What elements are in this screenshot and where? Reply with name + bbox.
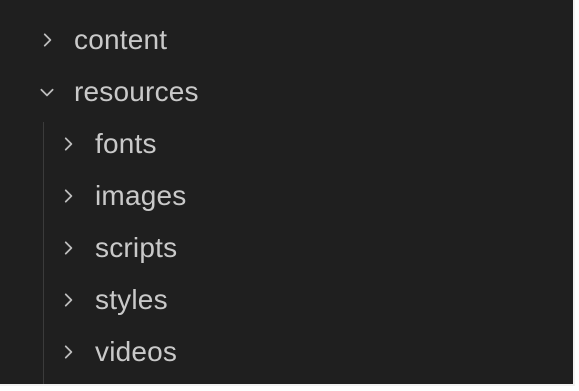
folder-fonts[interactable]: fonts xyxy=(0,118,573,170)
folder-videos[interactable]: videos xyxy=(0,326,573,378)
chevron-right-icon xyxy=(57,133,79,155)
folder-label: videos xyxy=(95,336,178,367)
folder-tree: content resources fonts images scripts s… xyxy=(0,14,573,378)
folder-label: resources xyxy=(74,76,199,107)
folder-styles[interactable]: styles xyxy=(0,274,573,326)
chevron-right-icon xyxy=(57,341,79,363)
chevron-right-icon xyxy=(57,185,79,207)
chevron-down-icon xyxy=(36,81,58,103)
file-explorer-panel: content resources fonts images scripts s… xyxy=(0,0,575,386)
folder-scripts[interactable]: scripts xyxy=(0,222,573,274)
folder-label: content xyxy=(74,24,168,55)
chevron-right-icon xyxy=(57,237,79,259)
chevron-right-icon xyxy=(36,29,58,51)
folder-label: images xyxy=(95,180,187,211)
folder-images[interactable]: images xyxy=(0,170,573,222)
chevron-right-icon xyxy=(57,289,79,311)
folder-resources[interactable]: resources xyxy=(0,66,573,118)
folder-content[interactable]: content xyxy=(0,14,573,66)
folder-label: styles xyxy=(95,284,168,315)
folder-label: fonts xyxy=(95,128,157,159)
folder-label: scripts xyxy=(95,232,178,263)
